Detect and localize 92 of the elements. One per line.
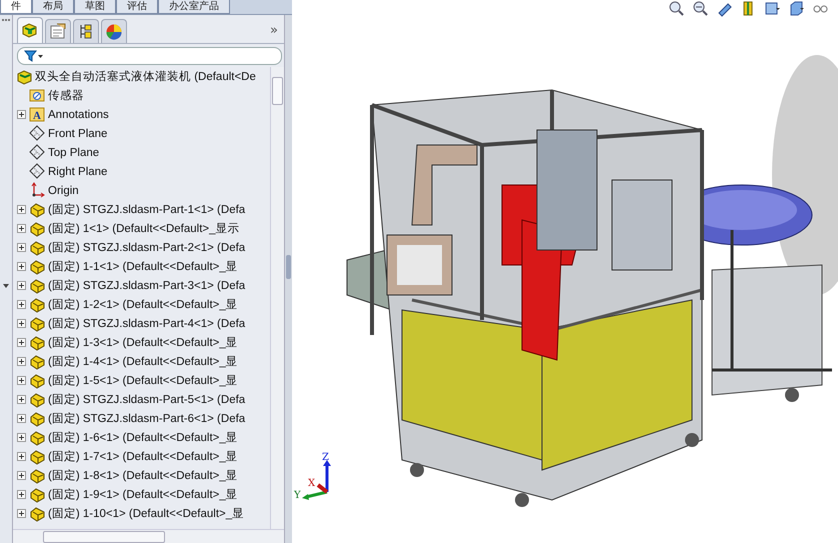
part-icon <box>29 486 46 503</box>
filter-field[interactable] <box>17 47 282 65</box>
expand-toggle-icon[interactable] <box>17 376 26 385</box>
expand-toggle-icon[interactable] <box>17 110 26 119</box>
tree-item[interactable]: (固定) 1-1<1> (Default<<Default>_显 <box>48 259 238 274</box>
part-icon <box>29 277 46 294</box>
tree-item[interactable]: (固定) 1-10<1> (Default<<Default>_显 <box>48 506 244 521</box>
tree-item[interactable]: Annotations <box>48 108 109 120</box>
part-icon <box>29 353 46 370</box>
property-icon <box>48 22 68 42</box>
horizontal-scrollbar[interactable] <box>13 529 284 543</box>
expand-toggle-icon[interactable] <box>17 224 26 233</box>
part-icon <box>29 201 46 218</box>
panel-tab[interactable] <box>45 19 71 43</box>
part-icon <box>29 410 46 427</box>
tree-item[interactable]: (固定) 1-2<1> (Default<<Default>_显 <box>48 297 238 312</box>
view-orientation-icon[interactable] <box>764 0 782 17</box>
part-icon <box>29 315 46 332</box>
tree-item[interactable]: (固定) 1-9<1> (Default<<Default>_显 <box>48 487 238 502</box>
tree-item[interactable]: Origin <box>48 184 79 196</box>
axis-label: Y <box>294 490 301 501</box>
expand-toggle-icon[interactable] <box>17 490 26 499</box>
tree-item[interactable]: (固定) 1-8<1> (Default<<Default>_显 <box>48 468 238 483</box>
expand-toggle-icon[interactable] <box>17 414 26 423</box>
plane-icon <box>29 163 46 180</box>
part-icon <box>29 220 46 237</box>
tree-item[interactable]: (固定) 1<1> (Default<<Default>_显示 <box>48 221 240 236</box>
zoom-icon[interactable] <box>668 0 686 17</box>
origin-icon <box>29 182 46 199</box>
part-icon <box>29 505 46 522</box>
axis-label: X <box>308 478 316 489</box>
part-icon <box>29 334 46 351</box>
tree-item[interactable]: (固定) 1-6<1> (Default<<Default>_显 <box>48 430 238 445</box>
expand-toggle-icon[interactable] <box>17 205 26 214</box>
command-tab[interactable]: 布局 <box>32 0 74 14</box>
part-icon <box>29 258 46 275</box>
tree-item[interactable]: (固定) 1-5<1> (Default<<Default>_显 <box>48 373 238 388</box>
tree-item[interactable]: (固定) STGZJ.sldasm-Part-1<1> (Defa <box>48 202 246 217</box>
tree-item[interactable]: (固定) STGZJ.sldasm-Part-5<1> (Defa <box>48 392 246 407</box>
tree-item[interactable]: (固定) STGZJ.sldasm-Part-2<1> (Defa <box>48 240 246 255</box>
tree-item[interactable]: Top Plane <box>48 146 100 158</box>
plane-icon <box>29 144 46 161</box>
expand-toggle-icon[interactable] <box>17 433 26 442</box>
command-tab[interactable]: 评估 <box>116 0 158 14</box>
caret-icon[interactable] <box>3 284 9 288</box>
zoom-icon[interactable] <box>692 0 710 17</box>
panel-tab[interactable] <box>101 19 127 43</box>
annotation-folder-icon: A <box>29 106 46 123</box>
expand-toggle-icon[interactable] <box>17 357 26 366</box>
vertical-scrollbar[interactable] <box>270 67 284 529</box>
assembly-icon <box>16 68 33 85</box>
expand-toggle-icon[interactable] <box>17 509 26 518</box>
tree-item[interactable]: (固定) 1-4<1> (Default<<Default>_显 <box>48 354 238 369</box>
part-icon <box>29 429 46 446</box>
expand-toggle-icon[interactable] <box>17 281 26 290</box>
tree-item[interactable]: 双头全自动活塞式液体灌装机 (Default<De <box>35 69 256 84</box>
sensor-folder-icon <box>29 87 46 104</box>
filter-icon[interactable] <box>24 50 44 62</box>
overflow-chevron[interactable]: » <box>270 23 278 38</box>
tree-item[interactable]: (固定) STGZJ.sldasm-Part-4<1> (Defa <box>48 316 246 331</box>
expand-toggle-icon[interactable] <box>17 452 26 461</box>
display-icon <box>104 22 124 42</box>
part-icon <box>29 239 46 256</box>
panel-tab[interactable] <box>17 17 43 43</box>
tree-item[interactable]: (固定) 1-7<1> (Default<<Default>_显 <box>48 449 238 464</box>
tree-item[interactable]: Front Plane <box>48 128 108 140</box>
part-icon <box>29 372 46 389</box>
tree-item[interactable]: Right Plane <box>48 166 108 178</box>
part-icon <box>29 391 46 408</box>
part-icon <box>29 448 46 465</box>
tree-item[interactable]: (固定) 1-3<1> (Default<<Default>_显 <box>48 335 238 350</box>
command-tab[interactable]: 办公室产品 <box>158 0 230 14</box>
plane-icon <box>29 125 46 142</box>
grip-icon[interactable] <box>2 19 10 24</box>
expand-toggle-icon[interactable] <box>17 338 26 347</box>
part-icon <box>29 467 46 484</box>
command-tab[interactable]: 件 <box>0 0 32 14</box>
tree-item[interactable]: (固定) STGZJ.sldasm-Part-6<1> (Defa <box>48 411 246 426</box>
panel-tab[interactable] <box>73 19 99 43</box>
axis-label: Z <box>322 452 329 463</box>
part-icon <box>29 296 46 313</box>
expand-toggle-icon[interactable] <box>17 395 26 404</box>
expand-toggle-icon[interactable] <box>17 262 26 271</box>
expand-toggle-icon[interactable] <box>17 300 26 309</box>
expand-toggle-icon[interactable] <box>17 243 26 252</box>
expand-toggle-icon[interactable] <box>17 471 26 480</box>
display-style-icon[interactable] <box>788 0 806 17</box>
tree-item[interactable]: 传感器 <box>48 88 84 103</box>
collapse-handle-icon[interactable] <box>286 255 291 279</box>
expand-toggle-icon[interactable] <box>17 319 26 328</box>
tree-item[interactable]: (固定) STGZJ.sldasm-Part-3<1> (Defa <box>48 278 246 293</box>
command-tab[interactable]: 草图 <box>74 0 116 14</box>
